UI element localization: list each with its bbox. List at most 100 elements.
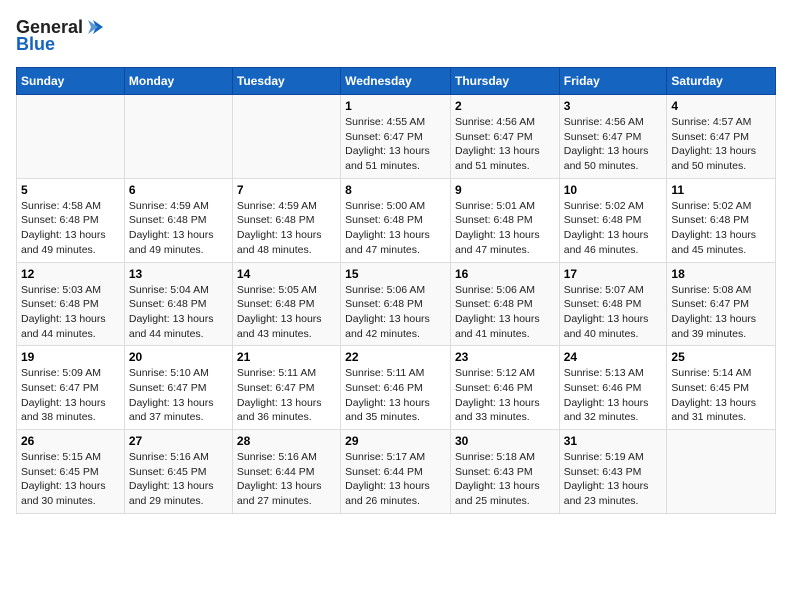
day-info: Sunrise: 5:02 AM Sunset: 6:48 PM Dayligh… (671, 199, 771, 258)
day-info: Sunrise: 4:58 AM Sunset: 6:48 PM Dayligh… (21, 199, 120, 258)
day-info: Sunrise: 4:56 AM Sunset: 6:47 PM Dayligh… (564, 115, 663, 174)
day-info: Sunrise: 5:09 AM Sunset: 6:47 PM Dayligh… (21, 366, 120, 425)
day-number: 12 (21, 267, 120, 281)
day-info: Sunrise: 5:01 AM Sunset: 6:48 PM Dayligh… (455, 199, 555, 258)
day-info: Sunrise: 5:05 AM Sunset: 6:48 PM Dayligh… (237, 283, 336, 342)
calendar-cell: 11 Sunrise: 5:02 AM Sunset: 6:48 PM Dayli… (667, 178, 776, 262)
calendar-cell: 13 Sunrise: 5:04 AM Sunset: 6:48 PM Dayli… (124, 262, 232, 346)
calendar-cell: 3 Sunrise: 4:56 AM Sunset: 6:47 PM Daylig… (559, 95, 667, 179)
calendar-cell: 20 Sunrise: 5:10 AM Sunset: 6:47 PM Dayli… (124, 346, 232, 430)
calendar-cell: 2Sunrise: 4:56 AM Sunset: 6:47 PM Daylig… (450, 95, 559, 179)
header-col-monday: Monday (124, 68, 232, 95)
day-info: Sunrise: 5:06 AM Sunset: 6:48 PM Dayligh… (455, 283, 555, 342)
day-number: 4 (671, 99, 771, 113)
day-info: Sunrise: 5:14 AM Sunset: 6:45 PM Dayligh… (671, 366, 771, 425)
day-number: 15 (345, 267, 446, 281)
day-number: 17 (564, 267, 663, 281)
day-number: 3 (564, 99, 663, 113)
day-info: Sunrise: 4:59 AM Sunset: 6:48 PM Dayligh… (129, 199, 228, 258)
day-info: Sunrise: 5:17 AM Sunset: 6:44 PM Dayligh… (345, 450, 446, 509)
day-info: Sunrise: 5:08 AM Sunset: 6:47 PM Dayligh… (671, 283, 771, 342)
day-info: Sunrise: 5:00 AM Sunset: 6:48 PM Dayligh… (345, 199, 446, 258)
calendar-cell: 7Sunrise: 4:59 AM Sunset: 6:48 PM Daylig… (232, 178, 340, 262)
calendar-cell: 15 Sunrise: 5:06 AM Sunset: 6:48 PM Dayli… (341, 262, 451, 346)
calendar-cell: 29 Sunrise: 5:17 AM Sunset: 6:44 PM Dayli… (341, 430, 451, 514)
calendar-header-row: SundayMondayTuesdayWednesdayThursdayFrid… (17, 68, 776, 95)
day-number: 13 (129, 267, 228, 281)
calendar-cell: 17Sunrise: 5:07 AM Sunset: 6:48 PM Dayli… (559, 262, 667, 346)
week-row-2: 5 Sunrise: 4:58 AM Sunset: 6:48 PM Daylig… (17, 178, 776, 262)
calendar-table: SundayMondayTuesdayWednesdayThursdayFrid… (16, 67, 776, 514)
logo: General Blue (16, 16, 107, 55)
day-number: 22 (345, 350, 446, 364)
calendar-cell (124, 95, 232, 179)
day-info: Sunrise: 4:56 AM Sunset: 6:47 PM Dayligh… (455, 115, 555, 174)
calendar-cell: 21Sunrise: 5:11 AM Sunset: 6:47 PM Dayli… (232, 346, 340, 430)
day-number: 28 (237, 434, 336, 448)
week-row-4: 19 Sunrise: 5:09 AM Sunset: 6:47 PM Dayli… (17, 346, 776, 430)
calendar-cell: 12 Sunrise: 5:03 AM Sunset: 6:48 PM Dayli… (17, 262, 125, 346)
day-number: 31 (564, 434, 663, 448)
calendar-cell: 23 Sunrise: 5:12 AM Sunset: 6:46 PM Dayli… (450, 346, 559, 430)
day-number: 11 (671, 183, 771, 197)
day-number: 6 (129, 183, 228, 197)
header-col-sunday: Sunday (17, 68, 125, 95)
calendar-cell: 6 Sunrise: 4:59 AM Sunset: 6:48 PM Daylig… (124, 178, 232, 262)
calendar-cell: 14 Sunrise: 5:05 AM Sunset: 6:48 PM Dayli… (232, 262, 340, 346)
day-info: Sunrise: 5:11 AM Sunset: 6:47 PM Dayligh… (237, 366, 336, 425)
day-number: 14 (237, 267, 336, 281)
calendar-cell (17, 95, 125, 179)
calendar-cell (232, 95, 340, 179)
day-number: 9 (455, 183, 555, 197)
calendar-cell: 10 Sunrise: 5:02 AM Sunset: 6:48 PM Dayli… (559, 178, 667, 262)
day-number: 30 (455, 434, 555, 448)
calendar-cell (667, 430, 776, 514)
calendar-cell: 28 Sunrise: 5:16 AM Sunset: 6:44 PM Dayli… (232, 430, 340, 514)
calendar-cell: 9 Sunrise: 5:01 AM Sunset: 6:48 PM Daylig… (450, 178, 559, 262)
calendar-cell: 27Sunrise: 5:16 AM Sunset: 6:45 PM Dayli… (124, 430, 232, 514)
header-col-wednesday: Wednesday (341, 68, 451, 95)
calendar-cell: 18 Sunrise: 5:08 AM Sunset: 6:47 PM Dayli… (667, 262, 776, 346)
day-info: Sunrise: 5:16 AM Sunset: 6:44 PM Dayligh… (237, 450, 336, 509)
day-number: 18 (671, 267, 771, 281)
calendar-cell: 22 Sunrise: 5:11 AM Sunset: 6:46 PM Dayli… (341, 346, 451, 430)
day-number: 20 (129, 350, 228, 364)
day-number: 1 (345, 99, 446, 113)
day-info: Sunrise: 5:18 AM Sunset: 6:43 PM Dayligh… (455, 450, 555, 509)
calendar-cell: 1Sunrise: 4:55 AM Sunset: 6:47 PM Daylig… (341, 95, 451, 179)
day-info: Sunrise: 4:57 AM Sunset: 6:47 PM Dayligh… (671, 115, 771, 174)
day-info: Sunrise: 5:02 AM Sunset: 6:48 PM Dayligh… (564, 199, 663, 258)
day-info: Sunrise: 5:06 AM Sunset: 6:48 PM Dayligh… (345, 283, 446, 342)
header-col-thursday: Thursday (450, 68, 559, 95)
day-info: Sunrise: 5:11 AM Sunset: 6:46 PM Dayligh… (345, 366, 446, 425)
calendar-cell: 31 Sunrise: 5:19 AM Sunset: 6:43 PM Dayli… (559, 430, 667, 514)
week-row-3: 12 Sunrise: 5:03 AM Sunset: 6:48 PM Dayli… (17, 262, 776, 346)
day-number: 24 (564, 350, 663, 364)
header-col-tuesday: Tuesday (232, 68, 340, 95)
day-info: Sunrise: 5:10 AM Sunset: 6:47 PM Dayligh… (129, 366, 228, 425)
week-row-1: 1Sunrise: 4:55 AM Sunset: 6:47 PM Daylig… (17, 95, 776, 179)
day-number: 23 (455, 350, 555, 364)
logo-container: General Blue (16, 16, 107, 55)
day-number: 10 (564, 183, 663, 197)
day-info: Sunrise: 5:13 AM Sunset: 6:46 PM Dayligh… (564, 366, 663, 425)
calendar-cell: 4 Sunrise: 4:57 AM Sunset: 6:47 PM Daylig… (667, 95, 776, 179)
calendar-cell: 25 Sunrise: 5:14 AM Sunset: 6:45 PM Dayli… (667, 346, 776, 430)
calendar-cell: 16 Sunrise: 5:06 AM Sunset: 6:48 PM Dayli… (450, 262, 559, 346)
day-number: 25 (671, 350, 771, 364)
day-number: 5 (21, 183, 120, 197)
day-number: 7 (237, 183, 336, 197)
day-info: Sunrise: 5:19 AM Sunset: 6:43 PM Dayligh… (564, 450, 663, 509)
day-number: 29 (345, 434, 446, 448)
day-number: 26 (21, 434, 120, 448)
calendar-cell: 19 Sunrise: 5:09 AM Sunset: 6:47 PM Dayli… (17, 346, 125, 430)
day-number: 19 (21, 350, 120, 364)
day-info: Sunrise: 5:12 AM Sunset: 6:46 PM Dayligh… (455, 366, 555, 425)
week-row-5: 26Sunrise: 5:15 AM Sunset: 6:45 PM Dayli… (17, 430, 776, 514)
day-info: Sunrise: 5:03 AM Sunset: 6:48 PM Dayligh… (21, 283, 120, 342)
calendar-cell: 30 Sunrise: 5:18 AM Sunset: 6:43 PM Dayli… (450, 430, 559, 514)
day-info: Sunrise: 5:04 AM Sunset: 6:48 PM Dayligh… (129, 283, 228, 342)
day-number: 8 (345, 183, 446, 197)
day-number: 16 (455, 267, 555, 281)
logo-blue-text: Blue (16, 34, 55, 55)
